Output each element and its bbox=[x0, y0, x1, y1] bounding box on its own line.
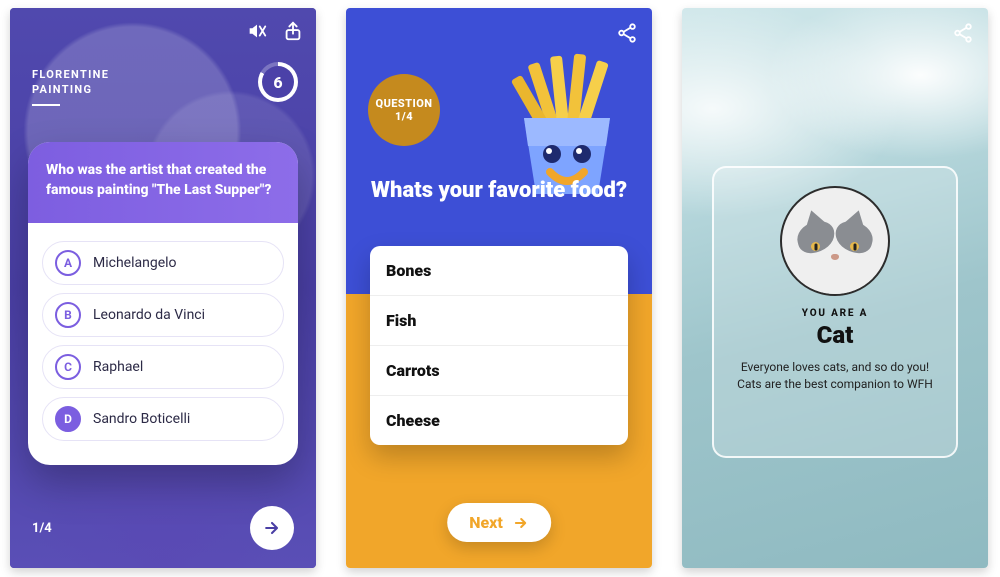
option-cheese[interactable]: Cheese bbox=[370, 396, 628, 445]
option-label: Raphael bbox=[93, 359, 143, 375]
result-description: Everyone loves cats, and so do you! Cats… bbox=[737, 359, 933, 393]
question-badge: QUESTION 1/4 bbox=[368, 74, 440, 146]
story-quiz-result: YOU ARE A Cat Everyone loves cats, and s… bbox=[682, 8, 988, 568]
result-card: YOU ARE A Cat Everyone loves cats, and s… bbox=[712, 166, 958, 458]
story-quiz-food: QUESTION 1/4 Whats your favorit bbox=[346, 8, 652, 568]
quiz-footer: 1/4 bbox=[32, 506, 294, 550]
badge-label: QUESTION bbox=[376, 97, 433, 110]
question-card: Who was the artist that created the famo… bbox=[28, 142, 298, 465]
mute-icon[interactable] bbox=[246, 20, 268, 42]
question-text: Whats your favorite food? bbox=[346, 178, 652, 204]
badge-progress: 1/4 bbox=[395, 110, 413, 123]
next-button[interactable]: Next bbox=[447, 503, 551, 542]
option-letter: D bbox=[55, 406, 81, 432]
option-b[interactable]: B Leonardo da Vinci bbox=[42, 293, 284, 337]
option-letter: B bbox=[55, 302, 81, 328]
quiz-category-line1: FLORENTINE bbox=[32, 68, 109, 81]
quiz-category-line2: PAINTING bbox=[32, 83, 92, 96]
countdown-timer: 6 bbox=[258, 62, 298, 102]
option-letter: A bbox=[55, 250, 81, 276]
screenshot-stage: FLORENTINE PAINTING 6 Who was the artist… bbox=[0, 0, 1000, 576]
progress-indicator: 1/4 bbox=[32, 521, 52, 536]
answer-options: Bones Fish Carrots Cheese bbox=[370, 246, 628, 445]
result-name: Cat bbox=[817, 321, 854, 349]
result-subheading: YOU ARE A bbox=[802, 308, 868, 319]
share-icon[interactable] bbox=[282, 20, 304, 42]
option-carrots[interactable]: Carrots bbox=[370, 346, 628, 396]
quiz-category: FLORENTINE PAINTING bbox=[32, 68, 109, 106]
option-label: Leonardo da Vinci bbox=[93, 307, 205, 323]
option-bones[interactable]: Bones bbox=[370, 246, 628, 296]
option-a[interactable]: A Michelangelo bbox=[42, 241, 284, 285]
option-label: Sandro Boticelli bbox=[93, 411, 190, 427]
question-text: Who was the artist that created the famo… bbox=[28, 142, 298, 223]
option-label: Michelangelo bbox=[93, 255, 177, 271]
timer-value: 6 bbox=[262, 66, 294, 98]
option-fish[interactable]: Fish bbox=[370, 296, 628, 346]
story-quiz-art: FLORENTINE PAINTING 6 Who was the artist… bbox=[10, 8, 316, 568]
result-avatar bbox=[780, 186, 890, 296]
top-actions bbox=[246, 20, 304, 42]
option-c[interactable]: C Raphael bbox=[42, 345, 284, 389]
desc-line2: Cats are the best companion to WFH bbox=[737, 377, 933, 391]
cat-illustration bbox=[791, 206, 879, 294]
next-button[interactable] bbox=[250, 506, 294, 550]
share-icon[interactable] bbox=[952, 22, 974, 48]
option-d[interactable]: D Sandro Boticelli bbox=[42, 397, 284, 441]
desc-line1: Everyone loves cats, and so do you! bbox=[741, 360, 929, 374]
option-letter: C bbox=[55, 354, 81, 380]
answer-options: A Michelangelo B Leonardo da Vinci C Rap… bbox=[28, 223, 298, 465]
next-label: Next bbox=[469, 513, 503, 532]
